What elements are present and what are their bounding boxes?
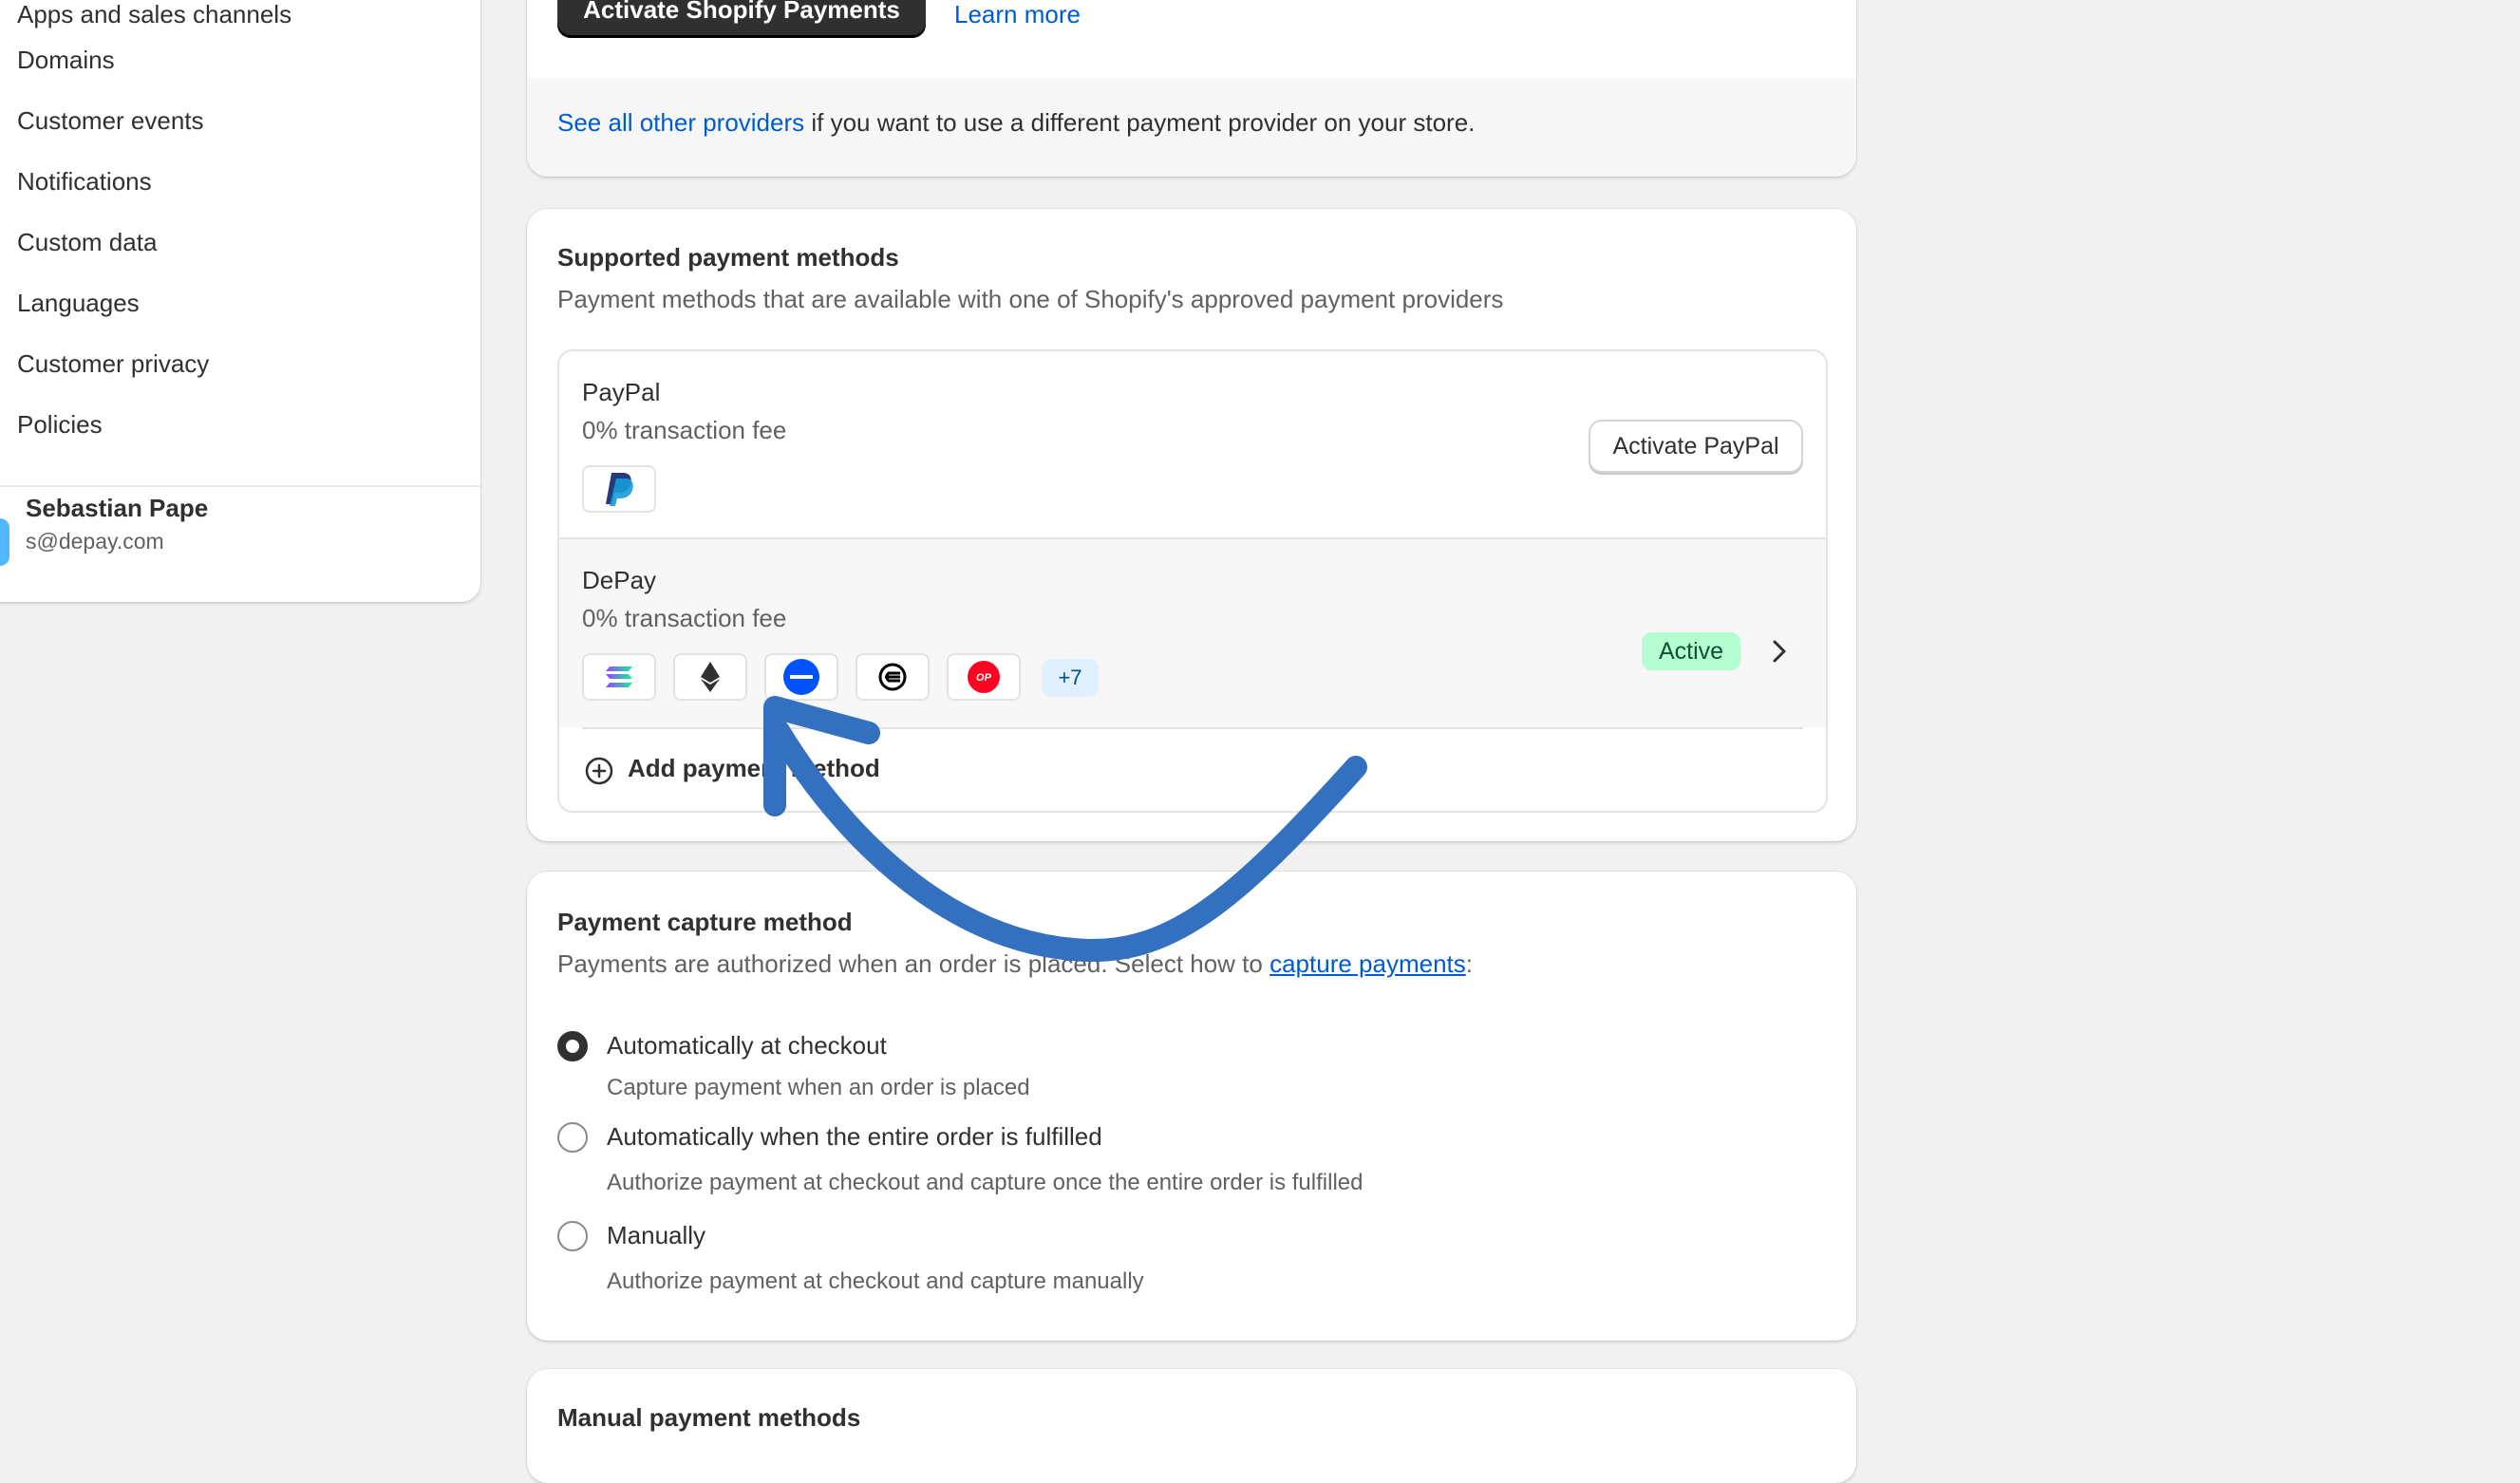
payment-capture-card: Payment capture method Payments are auth…: [527, 872, 1856, 1341]
radio-automatic-fulfilled[interactable]: [557, 1122, 588, 1153]
worldcoin-icon: [856, 653, 930, 701]
other-providers-text: See all other providers if you want to u…: [557, 108, 1475, 138]
payment-providers-list: PayPal 0% transaction fee Activate PayPa…: [557, 349, 1828, 813]
settings-sidebar: Apps and sales channels Domains Customer…: [0, 0, 480, 602]
avatar[interactable]: [0, 518, 9, 566]
option-help: Authorize payment at checkout and captur…: [607, 1170, 1363, 1195]
option-help: Capture payment when an order is placed: [607, 1075, 1030, 1100]
svg-text:OP: OP: [976, 672, 992, 684]
manual-payment-methods-card: Manual payment methods: [527, 1369, 1856, 1483]
activate-shopify-payments-button[interactable]: Activate Shopify Payments: [557, 0, 926, 38]
shopify-payments-card: Activate Shopify Payments Learn more See…: [527, 0, 1856, 177]
activate-paypal-button[interactable]: Activate PayPal: [1589, 420, 1803, 473]
sidebar-item-customer-privacy[interactable]: Customer privacy: [17, 348, 209, 379]
provider-row-paypal: PayPal 0% transaction fee Activate PayPa…: [559, 351, 1826, 539]
sidebar-divider: [0, 485, 480, 487]
status-badge: Active: [1642, 632, 1740, 670]
paypal-icon: [582, 465, 656, 513]
optimism-icon: OP: [947, 653, 1021, 701]
capture-subtitle-prefix: Payments are authorized when an order is…: [557, 949, 1270, 978]
radio-automatic-checkout[interactable]: [557, 1031, 588, 1061]
sidebar-item-customer-events[interactable]: Customer events: [17, 105, 204, 136]
capture-subtitle-suffix: :: [1465, 949, 1473, 978]
user-email: s@depay.com: [26, 529, 164, 554]
base-icon: [764, 653, 838, 701]
card-title: Payment capture method: [557, 908, 853, 936]
divider: [582, 727, 1803, 729]
add-payment-method-button[interactable]: Add payment method: [628, 754, 880, 783]
ethereum-icon: [673, 653, 747, 701]
provider-name: PayPal: [582, 378, 661, 406]
provider-name: DePay: [582, 566, 657, 594]
add-payment-method-row[interactable]: Add payment method: [559, 727, 1826, 811]
card-subtitle: Payment methods that are available with …: [557, 285, 1504, 313]
sidebar-item-notifications[interactable]: Notifications: [17, 166, 152, 197]
option-help: Authorize payment at checkout and captur…: [607, 1268, 1144, 1294]
solana-icon: [582, 653, 656, 701]
sidebar-item-apps-and-sales-channels[interactable]: Apps and sales channels: [17, 0, 291, 29]
option-label[interactable]: Manually: [607, 1221, 705, 1250]
see-all-providers-link[interactable]: See all other providers: [557, 108, 804, 137]
chevron-right-icon[interactable]: [1770, 638, 1789, 669]
learn-more-link[interactable]: Learn more: [954, 0, 1081, 29]
plus-circle-icon: [584, 756, 614, 791]
other-providers-suffix: if you want to use a different payment p…: [804, 108, 1476, 137]
more-methods-badge: +7: [1042, 659, 1099, 697]
provider-fee: 0% transaction fee: [582, 416, 787, 444]
option-label[interactable]: Automatically when the entire order is f…: [607, 1122, 1102, 1152]
capture-payments-link[interactable]: capture payments: [1269, 949, 1466, 978]
card-title: Manual payment methods: [557, 1403, 861, 1432]
sidebar-item-policies[interactable]: Policies: [17, 409, 103, 440]
provider-fee: 0% transaction fee: [582, 604, 787, 632]
user-name[interactable]: Sebastian Pape: [26, 494, 208, 523]
sidebar-item-languages[interactable]: Languages: [17, 288, 140, 318]
radio-manually[interactable]: [557, 1221, 588, 1251]
card-subtitle: Payments are authorized when an order is…: [557, 949, 1473, 979]
provider-row-depay[interactable]: DePay 0% transaction fee OP +7 Active: [559, 539, 1826, 727]
supported-payment-methods-card: Supported payment methods Payment method…: [527, 209, 1856, 841]
sidebar-item-custom-data[interactable]: Custom data: [17, 227, 157, 257]
card-title: Supported payment methods: [557, 243, 899, 272]
option-label[interactable]: Automatically at checkout: [607, 1031, 887, 1061]
sidebar-item-domains[interactable]: Domains: [17, 45, 115, 75]
